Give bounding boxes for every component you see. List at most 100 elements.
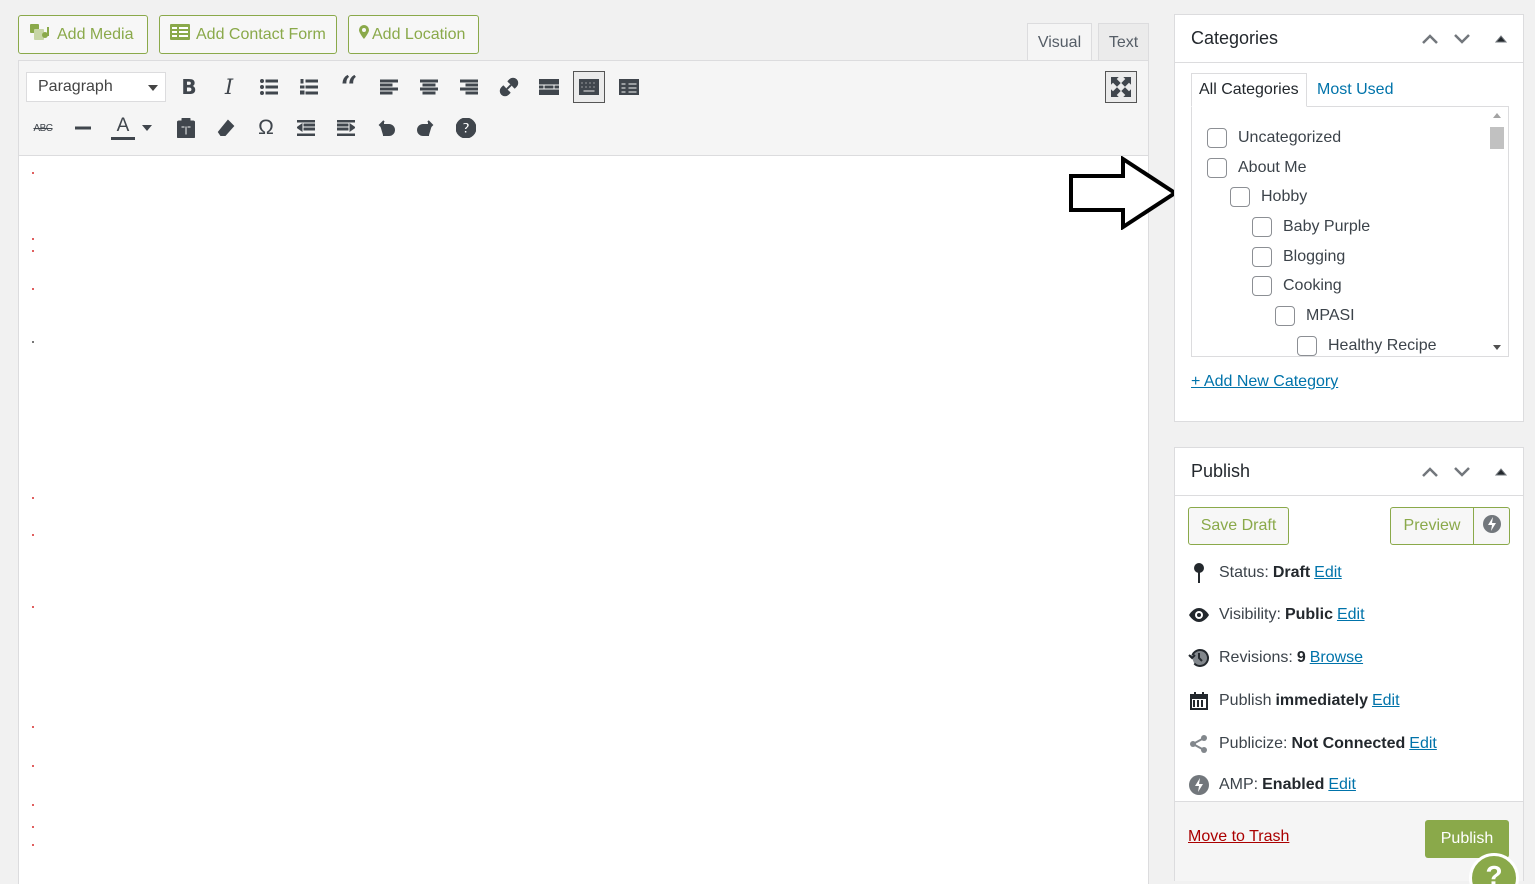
- add-media-button[interactable]: Add Media: [18, 15, 148, 54]
- list-item[interactable]: MPASI: [1275, 306, 1355, 326]
- chevron-down-icon: [148, 85, 158, 91]
- paste-text-icon[interactable]: [171, 113, 201, 143]
- editor: Paragraph B I “ ABC A Ω ?: [18, 60, 1149, 884]
- add-new-category-link[interactable]: + Add New Category: [1191, 373, 1338, 391]
- browse-revisions-link[interactable]: Browse: [1310, 649, 1363, 667]
- add-location-button[interactable]: Add Location: [348, 15, 479, 54]
- visibility-value: Public: [1284, 606, 1333, 623]
- calendar-icon: [1187, 689, 1211, 713]
- move-to-trash-link[interactable]: Move to Trash: [1188, 828, 1289, 846]
- categories-title: Categories: [1191, 28, 1279, 48]
- fullscreen-icon[interactable]: [1105, 71, 1137, 103]
- horizontal-line-icon[interactable]: [68, 113, 98, 143]
- category-scrollbar[interactable]: [1490, 107, 1508, 356]
- publish-panel: Publish Save Draft Preview Status: Draft…: [1174, 447, 1524, 881]
- content-marker: [32, 288, 34, 290]
- visibility-label: Visibility:: [1219, 606, 1281, 623]
- scroll-thumb[interactable]: [1490, 127, 1504, 149]
- share-icon: [1187, 732, 1211, 756]
- checkbox[interactable]: [1230, 187, 1250, 207]
- indent-icon[interactable]: [331, 113, 361, 143]
- checkbox[interactable]: [1252, 217, 1272, 237]
- list-item[interactable]: Healthy Recipe: [1297, 336, 1437, 356]
- numbered-list-icon[interactable]: [294, 72, 324, 102]
- add-location-label: Add Location: [372, 25, 466, 43]
- form-insert-icon[interactable]: [614, 72, 644, 102]
- list-item[interactable]: Baby Purple: [1252, 217, 1370, 237]
- editor-content[interactable]: [19, 156, 1148, 884]
- schedule-label: Publish: [1219, 692, 1272, 709]
- help-icon[interactable]: ?: [451, 113, 481, 143]
- content-marker: [32, 606, 34, 608]
- read-more-icon[interactable]: [534, 72, 564, 102]
- format-select[interactable]: Paragraph: [26, 72, 166, 102]
- scroll-down-icon[interactable]: [1493, 345, 1501, 350]
- tab-visual[interactable]: Visual: [1027, 23, 1092, 62]
- amp-preview-button[interactable]: [1473, 507, 1510, 545]
- scroll-up-icon[interactable]: [1493, 113, 1501, 118]
- content-marker: [32, 765, 34, 767]
- checkbox[interactable]: [1275, 306, 1295, 326]
- add-contact-form-button[interactable]: Add Contact Form: [159, 15, 337, 54]
- edit-amp-link[interactable]: Edit: [1328, 776, 1356, 794]
- text-color-dropdown-icon[interactable]: [139, 113, 155, 143]
- redo-icon[interactable]: [411, 113, 441, 143]
- list-item[interactable]: Uncategorized: [1207, 128, 1341, 148]
- toolbar-toggle-icon[interactable]: [573, 71, 605, 103]
- preview-button[interactable]: Preview: [1390, 507, 1474, 545]
- content-marker: [32, 826, 34, 828]
- amp-value: Enabled: [1262, 776, 1325, 793]
- content-marker: [32, 497, 34, 499]
- chevron-up-icon[interactable]: [1418, 27, 1442, 51]
- checkbox[interactable]: [1252, 247, 1272, 267]
- special-character-icon[interactable]: Ω: [251, 113, 281, 143]
- blockquote-icon[interactable]: “: [334, 70, 364, 105]
- list-item[interactable]: Blogging: [1252, 247, 1345, 267]
- checkbox[interactable]: [1207, 128, 1227, 148]
- bullet-list-icon[interactable]: [254, 72, 284, 102]
- collapse-triangle-icon[interactable]: [1489, 27, 1513, 51]
- pin-icon: [1187, 561, 1211, 585]
- align-right-icon[interactable]: [454, 72, 484, 102]
- edit-status-link[interactable]: Edit: [1314, 564, 1342, 582]
- list-item[interactable]: Hobby: [1230, 187, 1307, 207]
- category-label: MPASI: [1306, 307, 1355, 324]
- list-item[interactable]: About Me: [1207, 158, 1306, 178]
- category-label: Healthy Recipe: [1328, 337, 1437, 354]
- list-item[interactable]: Cooking: [1252, 276, 1342, 296]
- checkbox[interactable]: [1297, 336, 1317, 356]
- category-label: Blogging: [1283, 248, 1346, 265]
- color-bar-icon: [111, 136, 135, 140]
- amp-lightning-icon: [1187, 773, 1211, 797]
- visibility-row: Visibility: Public Edit: [1187, 603, 1365, 627]
- checkbox[interactable]: [1207, 158, 1227, 178]
- bold-icon[interactable]: B: [174, 72, 204, 102]
- edit-publicize-link[interactable]: Edit: [1409, 735, 1437, 753]
- chevron-down-icon[interactable]: [1450, 460, 1474, 484]
- align-left-icon[interactable]: [374, 72, 404, 102]
- italic-icon[interactable]: I: [214, 72, 244, 102]
- save-draft-button[interactable]: Save Draft: [1188, 507, 1289, 545]
- strikethrough-icon[interactable]: ABC: [28, 113, 58, 143]
- category-label: Hobby: [1261, 188, 1308, 205]
- tab-all-categories[interactable]: All Categories: [1191, 73, 1307, 107]
- tab-text[interactable]: Text: [1098, 23, 1149, 61]
- chevron-up-icon[interactable]: [1418, 460, 1442, 484]
- category-label: Uncategorized: [1238, 129, 1342, 146]
- edit-schedule-link[interactable]: Edit: [1372, 692, 1400, 710]
- tab-most-used[interactable]: Most Used: [1317, 73, 1393, 107]
- content-marker: [32, 534, 34, 536]
- align-center-icon[interactable]: [414, 72, 444, 102]
- link-icon[interactable]: [494, 72, 524, 102]
- text-color-icon[interactable]: A: [108, 113, 138, 143]
- chevron-down-icon[interactable]: [1450, 27, 1474, 51]
- content-marker: [32, 726, 34, 728]
- checkbox[interactable]: [1252, 276, 1272, 296]
- undo-icon[interactable]: [371, 113, 401, 143]
- outdent-icon[interactable]: [291, 113, 321, 143]
- clear-formatting-icon[interactable]: [211, 113, 241, 143]
- edit-visibility-link[interactable]: Edit: [1337, 606, 1365, 624]
- collapse-triangle-icon[interactable]: [1489, 460, 1513, 484]
- status-value: Draft: [1272, 564, 1311, 581]
- format-select-value: Paragraph: [38, 78, 113, 95]
